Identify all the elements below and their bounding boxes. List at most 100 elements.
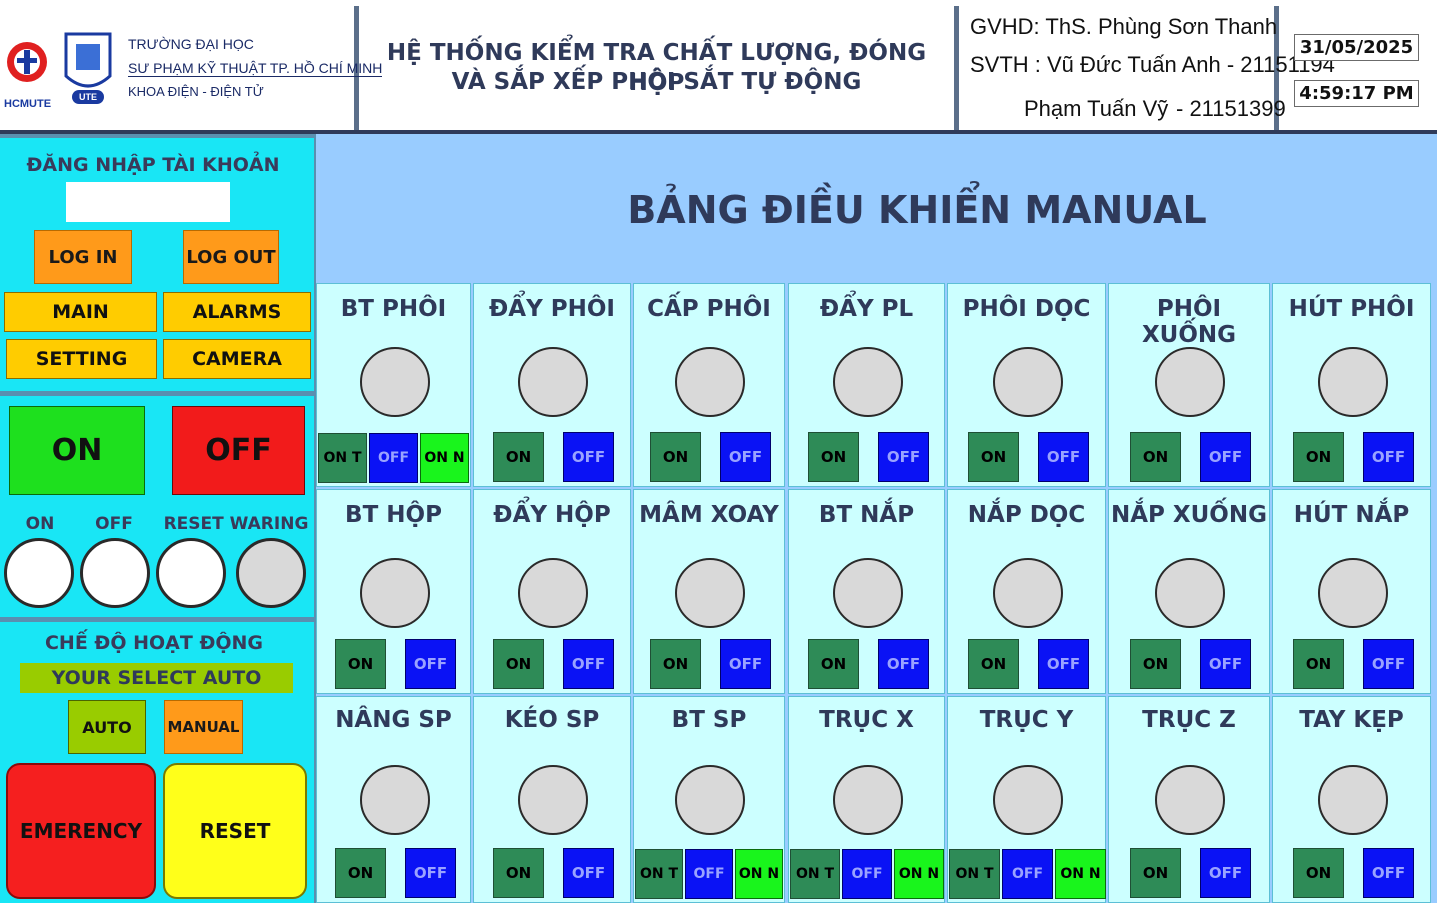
- off-button[interactable]: OFF: [563, 432, 614, 482]
- school-line3: KHOA ĐIỆN - ĐIỆN TỬ: [128, 84, 264, 99]
- on-button[interactable]: ON: [493, 639, 544, 689]
- control-cell: PHÔI XUỐNG ON OFF: [1108, 283, 1270, 487]
- lamp-reset-warning-label: RESET WARING: [163, 514, 309, 534]
- off-button[interactable]: OFF: [1038, 432, 1089, 482]
- control-cell-title: ĐẨY PHÔI: [489, 296, 615, 322]
- off-button[interactable]: OFF: [878, 432, 929, 482]
- off-button[interactable]: OFF: [405, 848, 456, 898]
- on-button[interactable]: ON: [9, 406, 145, 495]
- mode-title: CHẾ ĐỘ HOẠT ĐỘNG: [44, 632, 264, 654]
- student1-label: SVTH : Vũ Đức Tuấn Anh - 21151194: [970, 52, 1335, 77]
- off-indicator-lamp: [80, 538, 150, 608]
- on-reverse-button[interactable]: ON N: [894, 849, 944, 899]
- camera-button[interactable]: CAMERA: [163, 339, 311, 379]
- status-lamp: [1155, 765, 1225, 835]
- off-button[interactable]: OFF: [1200, 848, 1251, 898]
- alarms-button[interactable]: ALARMS: [163, 292, 311, 332]
- on-forward-button[interactable]: ON T: [949, 849, 1000, 899]
- off-button[interactable]: OFF: [1363, 848, 1414, 898]
- control-cell-title: BT SP: [671, 707, 747, 733]
- on-button[interactable]: ON: [1130, 848, 1181, 898]
- control-cell: TAY KẸP ON OFF: [1272, 696, 1431, 903]
- on-button[interactable]: ON: [1130, 432, 1181, 482]
- on-button[interactable]: ON: [1293, 848, 1344, 898]
- control-cell: NÂNG SP ON OFF: [316, 696, 471, 903]
- off-button[interactable]: OFF: [563, 848, 614, 898]
- off-button[interactable]: OFF: [172, 406, 305, 495]
- time-display: 4:59:17 PM: [1294, 80, 1419, 107]
- on-button[interactable]: ON: [493, 848, 544, 898]
- off-button[interactable]: OFF: [1038, 639, 1089, 689]
- on-button[interactable]: ON: [335, 848, 386, 898]
- school-line2: SƯ PHẠM KỸ THUẬT TP. HỒ CHÍ MINH: [128, 60, 383, 77]
- off-button[interactable]: OFF: [685, 849, 733, 899]
- control-cell-title: TRỤC Z: [1142, 707, 1236, 733]
- control-cell-title: HÚT PHÔI: [1288, 296, 1415, 322]
- control-cell-title: CẤP PHÔI: [647, 296, 771, 322]
- control-cell-title: BT HỘP: [345, 502, 442, 528]
- off-button[interactable]: OFF: [1002, 849, 1053, 899]
- off-button[interactable]: OFF: [878, 639, 929, 689]
- on-forward-button[interactable]: ON T: [635, 849, 683, 899]
- status-lamp: [518, 765, 588, 835]
- ute-logo-text: UTE: [79, 92, 97, 102]
- setting-button[interactable]: SETTING: [6, 339, 157, 379]
- on-forward-button[interactable]: ON T: [790, 849, 840, 899]
- off-button[interactable]: OFF: [1200, 639, 1251, 689]
- log-in-button[interactable]: LOG IN: [34, 230, 132, 284]
- on-button[interactable]: ON: [650, 432, 701, 482]
- on-reverse-button[interactable]: ON N: [1055, 849, 1106, 899]
- control-cell: BT NẮP ON OFF: [788, 489, 945, 694]
- control-cell: MÂM XOAY ON OFF: [633, 489, 785, 694]
- status-lamp: [518, 558, 588, 628]
- control-cell: TRỤC Z ON OFF: [1108, 696, 1270, 903]
- off-button[interactable]: OFF: [1363, 432, 1414, 482]
- lamp-off-label: OFF: [95, 514, 133, 534]
- manual-button[interactable]: MANUAL: [164, 700, 243, 754]
- auto-button[interactable]: AUTO: [68, 700, 146, 754]
- control-cell: TRỤC Y ON T OFF ON N: [947, 696, 1106, 903]
- off-button[interactable]: OFF: [1363, 639, 1414, 689]
- on-button[interactable]: ON: [968, 432, 1019, 482]
- status-lamp: [1155, 558, 1225, 628]
- off-button[interactable]: OFF: [563, 639, 614, 689]
- reset-button[interactable]: RESET: [163, 763, 307, 899]
- off-button[interactable]: OFF: [720, 639, 771, 689]
- off-button[interactable]: OFF: [1200, 432, 1251, 482]
- date-display: 31/05/2025: [1294, 34, 1419, 61]
- on-button[interactable]: ON: [493, 432, 544, 482]
- control-cell-title: HÚT NẮP: [1293, 502, 1410, 528]
- on-button[interactable]: ON: [968, 639, 1019, 689]
- control-cell-title: PHÔI XUỐNG: [1141, 296, 1237, 348]
- on-forward-button[interactable]: ON T: [318, 433, 367, 483]
- control-cell: NẮP XUỐNG ON OFF: [1108, 489, 1270, 694]
- on-reverse-button[interactable]: ON N: [420, 433, 469, 483]
- off-button[interactable]: OFF: [369, 433, 418, 483]
- emergency-button[interactable]: EMERENCY: [6, 763, 156, 899]
- on-button[interactable]: ON: [1293, 639, 1344, 689]
- on-button[interactable]: ON: [808, 639, 859, 689]
- control-cell-title: PHÔI DỌC: [962, 296, 1091, 322]
- on-button[interactable]: ON: [1293, 432, 1344, 482]
- on-button[interactable]: ON: [808, 432, 859, 482]
- main-button[interactable]: MAIN: [4, 292, 157, 332]
- control-cell-title: BT PHÔI: [340, 296, 447, 322]
- on-button[interactable]: ON: [650, 639, 701, 689]
- off-button[interactable]: OFF: [405, 639, 456, 689]
- control-cell: TRỤC X ON T OFF ON N: [788, 696, 945, 903]
- control-cell: PHÔI DỌC ON OFF: [947, 283, 1106, 487]
- off-button[interactable]: OFF: [720, 432, 771, 482]
- lamp-on-label: ON: [25, 514, 55, 534]
- on-button[interactable]: ON: [1130, 639, 1181, 689]
- on-reverse-button[interactable]: ON N: [735, 849, 783, 899]
- control-cell: BT HỘP ON OFF: [316, 489, 471, 694]
- log-out-button[interactable]: LOG OUT: [183, 230, 279, 284]
- off-button[interactable]: OFF: [842, 849, 892, 899]
- school-line1: TRƯỜNG ĐẠI HỌC: [128, 36, 254, 52]
- login-input[interactable]: [66, 182, 230, 222]
- control-cell-title: MÂM XOAY: [639, 502, 779, 528]
- on-button[interactable]: ON: [335, 639, 386, 689]
- status-lamp: [1318, 347, 1388, 417]
- control-cell: ĐẨY PHÔI ON OFF: [473, 283, 631, 487]
- control-cell: HÚT PHÔI ON OFF: [1272, 283, 1431, 487]
